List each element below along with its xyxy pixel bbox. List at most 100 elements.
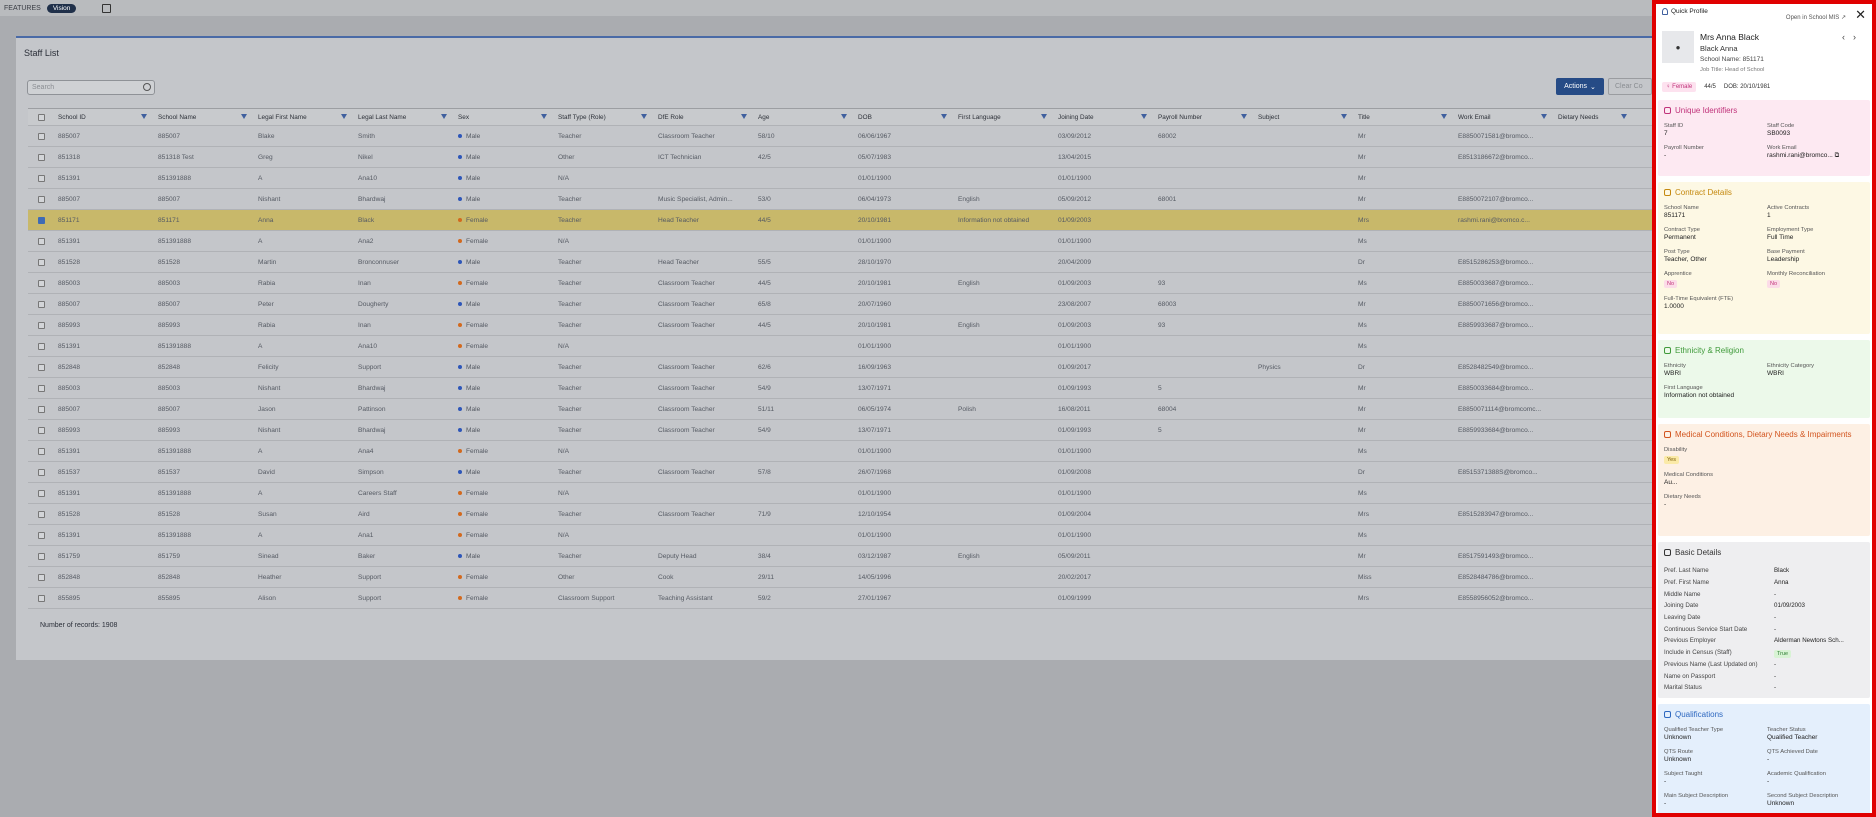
menu-icon[interactable]: [102, 3, 112, 13]
row-checkbox[interactable]: [38, 489, 45, 497]
table-row[interactable]: 885993 885993 Rabia Inan Female Teacher Classr…: [28, 315, 1652, 336]
table-row[interactable]: 851391 851391888 A Ana2 Female N/A 01/01/1900 0…: [28, 231, 1652, 252]
column-header[interactable]: Payroll Number: [1155, 109, 1255, 125]
column-header[interactable]: Legal First Name: [255, 109, 355, 125]
row-checkbox-cell[interactable]: [28, 336, 55, 356]
row-checkbox[interactable]: [38, 468, 45, 476]
column-header[interactable]: Legal Last Name: [355, 109, 455, 125]
row-checkbox[interactable]: [38, 237, 45, 245]
unique-title-label: Unique Identifiers: [1675, 106, 1738, 115]
row-checkbox[interactable]: [38, 447, 45, 455]
table-row[interactable]: 851391 851391888 A Ana10 Female N/A 01/01/1900…: [28, 336, 1652, 357]
row-checkbox[interactable]: [38, 594, 45, 602]
table-row[interactable]: 852848 852848 Felicity Support Male Teacher Cl…: [28, 357, 1652, 378]
table-row[interactable]: 851537 851537 David Simpson Male Teacher Class…: [28, 462, 1652, 483]
row-checkbox-cell[interactable]: [28, 294, 55, 314]
row-checkbox-cell[interactable]: [28, 231, 55, 251]
row-checkbox-cell[interactable]: [28, 378, 55, 398]
table-row[interactable]: 851528 851528 Susan Aird Female Teacher Classr…: [28, 504, 1652, 525]
search-input[interactable]: Search: [27, 80, 155, 95]
table-row[interactable]: 851759 851759 Sinead Baker Male Teacher Deputy…: [28, 546, 1652, 567]
table-row[interactable]: 851528 851528 Martin Bronconnuser Male Teache…: [28, 252, 1652, 273]
table-row[interactable]: 885007 885007 Blake Smith Male Teacher Classro…: [28, 126, 1652, 147]
table-row[interactable]: 851318 851318 Test Greg Nikel Male Other ICT T…: [28, 147, 1652, 168]
row-checkbox[interactable]: [38, 363, 45, 371]
search-icon[interactable]: [143, 83, 151, 91]
select-all-checkbox[interactable]: [38, 113, 45, 121]
row-checkbox[interactable]: [38, 279, 45, 287]
copy-icon[interactable]: ⧉: [1835, 152, 1840, 159]
open-in-mis-link[interactable]: Open in School MIS ↗: [1786, 14, 1846, 21]
table-row[interactable]: 885007 885007 Nishant Bhardwaj Male Teacher Mu…: [28, 189, 1652, 210]
row-checkbox[interactable]: [38, 426, 45, 434]
row-checkbox-cell[interactable]: [28, 420, 55, 440]
table-row[interactable]: 885993 885993 Nishant Bhardwaj Male Teacher Cl…: [28, 420, 1652, 441]
row-checkbox-cell[interactable]: [28, 315, 55, 335]
vision-badge[interactable]: Vision: [46, 3, 77, 13]
table-row[interactable]: 851171 851171 Anna Black Female Teacher Head T…: [28, 210, 1652, 231]
row-checkbox-cell[interactable]: [28, 546, 55, 566]
row-checkbox-cell[interactable]: [28, 252, 55, 272]
column-header[interactable]: Dietary Needs: [1555, 109, 1635, 125]
row-checkbox[interactable]: [38, 132, 45, 140]
row-checkbox[interactable]: [38, 300, 45, 308]
row-checkbox[interactable]: [38, 573, 45, 581]
row-checkbox[interactable]: [38, 384, 45, 392]
features-label[interactable]: FEATURES: [4, 5, 41, 12]
column-header[interactable]: Age: [755, 109, 855, 125]
row-checkbox[interactable]: [38, 342, 45, 350]
column-header[interactable]: Sex: [455, 109, 555, 125]
table-row[interactable]: 885003 885003 Nishant Bhardwaj Male Teacher Cl…: [28, 378, 1652, 399]
row-checkbox[interactable]: [38, 552, 45, 560]
column-header[interactable]: Title: [1355, 109, 1455, 125]
row-checkbox[interactable]: [38, 531, 45, 539]
row-checkbox-cell[interactable]: [28, 273, 55, 293]
row-checkbox-cell[interactable]: [28, 399, 55, 419]
table-row[interactable]: 851391 851391888 A Ana1 Female N/A 01/01/1900 0…: [28, 525, 1652, 546]
row-checkbox-cell[interactable]: [28, 567, 55, 587]
row-checkbox-cell[interactable]: [28, 462, 55, 482]
row-checkbox[interactable]: [38, 153, 45, 161]
row-checkbox-cell[interactable]: [28, 210, 55, 230]
row-checkbox-cell[interactable]: [28, 588, 55, 608]
table-row[interactable]: 851391 851391888 A Ana10 Male N/A 01/01/1900 01…: [28, 168, 1652, 189]
row-checkbox[interactable]: [38, 174, 45, 182]
table-row[interactable]: 855895 855895 Alison Support Female Classroom…: [28, 588, 1652, 609]
table-row[interactable]: 852848 852848 Heather Support Female Other Coo…: [28, 567, 1652, 588]
column-header[interactable]: Subject: [1255, 109, 1355, 125]
table-row[interactable]: 851391 851391888 A Ana4 Female N/A 01/01/1900 0…: [28, 441, 1652, 462]
column-header[interactable]: DOB: [855, 109, 955, 125]
row-checkbox-cell[interactable]: [28, 168, 55, 188]
row-checkbox[interactable]: [38, 510, 45, 518]
row-checkbox-cell[interactable]: [28, 357, 55, 377]
row-checkbox[interactable]: [38, 258, 45, 266]
select-all-cell[interactable]: [28, 109, 55, 125]
actions-button[interactable]: Actions ⌄: [1556, 78, 1604, 95]
row-checkbox[interactable]: [38, 216, 45, 224]
row-checkbox-cell[interactable]: [28, 504, 55, 524]
row-checkbox[interactable]: [38, 195, 45, 203]
row-checkbox-cell[interactable]: [28, 126, 55, 146]
row-checkbox-cell[interactable]: [28, 483, 55, 503]
row-checkbox-cell[interactable]: [28, 441, 55, 461]
column-header[interactable]: DfE Role: [655, 109, 755, 125]
row-checkbox[interactable]: [38, 405, 45, 413]
column-header[interactable]: Staff Type (Role): [555, 109, 655, 125]
row-checkbox-cell[interactable]: [28, 147, 55, 167]
column-header[interactable]: Work Email: [1455, 109, 1555, 125]
close-icon[interactable]: ✕: [1855, 7, 1866, 23]
column-header[interactable]: School ID: [55, 109, 155, 125]
row-checkbox[interactable]: [38, 321, 45, 329]
table-row[interactable]: 885003 885003 Rabia Inan Female Teacher Classr…: [28, 273, 1652, 294]
column-header[interactable]: Joining Date: [1055, 109, 1155, 125]
column-header[interactable]: School Name: [155, 109, 255, 125]
table-row[interactable]: 885007 885007 Jason Pattinson Male Teacher Cla…: [28, 399, 1652, 420]
table-row[interactable]: 851391 851391888 A Careers Staff Female N/A 01…: [28, 483, 1652, 504]
chevron-left-icon[interactable]: ‹: [1842, 32, 1853, 42]
row-checkbox-cell[interactable]: [28, 525, 55, 545]
row-checkbox-cell[interactable]: [28, 189, 55, 209]
column-header[interactable]: First Language: [955, 109, 1055, 125]
table-row[interactable]: 885007 885007 Peter Dougherty Male Teacher Cla…: [28, 294, 1652, 315]
clear-button[interactable]: Clear Co: [1608, 78, 1652, 95]
chevron-right-icon[interactable]: ›: [1853, 32, 1864, 42]
